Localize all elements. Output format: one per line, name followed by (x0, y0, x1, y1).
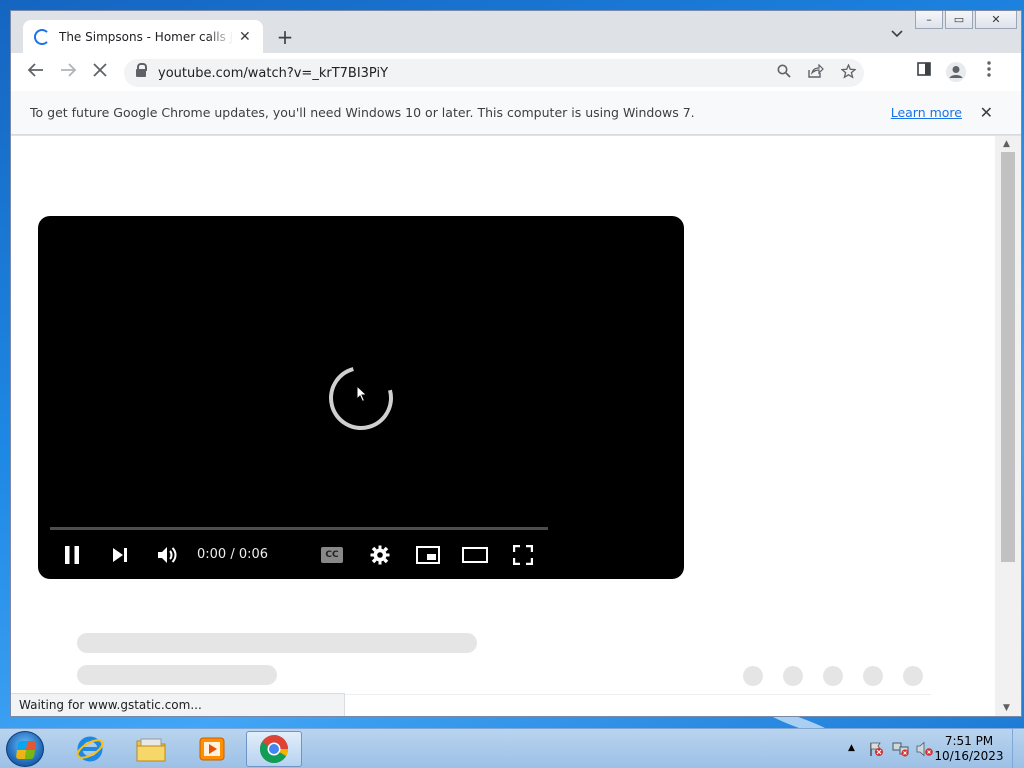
chrome-icon (260, 735, 288, 763)
bookmark-star-icon[interactable] (832, 62, 864, 83)
side-panel-icon[interactable] (912, 61, 936, 83)
action-placeholder (863, 666, 883, 686)
url-text[interactable]: youtube.com/watch?v=_krT7BI3PiY (158, 66, 768, 81)
browser-toolbar: youtube.com/watch?v=_krT7BI3PiY (11, 53, 1021, 91)
tab-simpsons[interactable]: The Simpsons - Homer calls Japan ✕ (23, 20, 263, 53)
minimize-button[interactable]: – (915, 11, 943, 29)
taskbar-chrome[interactable] (246, 731, 302, 767)
maximize-button[interactable]: ▭ (945, 11, 973, 29)
clock-time: 7:51 PM (944, 734, 994, 748)
infobar-message: To get future Google Chrome updates, you… (30, 105, 695, 120)
stop-loading-button[interactable] (88, 61, 112, 83)
window-controls: – ▭ ✕ (915, 11, 1017, 29)
video-time-display: 0:00 / 0:06 (197, 547, 269, 562)
tab-strip: The Simpsons - Homer calls Japan ✕ + – ▭… (11, 11, 1021, 53)
settings-gear-button[interactable] (367, 539, 393, 571)
lock-icon[interactable] (136, 63, 147, 78)
action-placeholder (903, 666, 923, 686)
channel-placeholder (77, 665, 277, 685)
taskbar-file-explorer[interactable] (123, 731, 179, 767)
windows-taskbar: ▲ 7:51 PM 10/16/2023 (0, 728, 1024, 768)
folder-icon (136, 738, 166, 762)
miniplayer-button[interactable] (414, 539, 442, 571)
infobar-close-icon[interactable]: ✕ (980, 103, 993, 122)
media-player-icon (199, 737, 225, 761)
search-icon[interactable] (768, 64, 800, 82)
new-tab-button[interactable]: + (273, 25, 297, 49)
menu-kebab-icon[interactable] (977, 61, 1001, 83)
clock-date: 10/16/2023 (934, 749, 1004, 763)
address-bar[interactable]: youtube.com/watch?v=_krT7BI3PiY (124, 59, 864, 87)
volume-muted-icon[interactable] (916, 741, 934, 760)
page-scrollbar[interactable]: ▲ ▼ (995, 136, 1021, 716)
action-center-flag-icon[interactable] (868, 741, 884, 760)
action-placeholder (783, 666, 803, 686)
tab-close-icon[interactable]: ✕ (239, 29, 251, 45)
learn-more-link[interactable]: Learn more (891, 105, 962, 120)
scroll-thumb[interactable] (1001, 152, 1015, 562)
tab-search-icon[interactable] (891, 27, 903, 41)
network-icon[interactable] (892, 741, 910, 760)
loading-spinner-icon (34, 28, 50, 45)
action-placeholder (823, 666, 843, 686)
player-controls: 0:00 / 0:06 CC (38, 539, 684, 571)
pause-button[interactable] (60, 539, 84, 571)
show-hidden-icons-arrow-icon[interactable]: ▲ (848, 743, 855, 753)
share-icon[interactable] (800, 63, 832, 82)
volume-button[interactable] (155, 539, 179, 571)
close-window-button[interactable]: ✕ (975, 11, 1017, 29)
next-video-button[interactable] (108, 539, 132, 571)
scroll-down-arrow-icon[interactable]: ▼ (1003, 703, 1010, 713)
captions-icon: CC (321, 547, 343, 563)
fullscreen-button[interactable] (510, 539, 536, 571)
mouse-cursor-icon (356, 385, 368, 403)
forward-button[interactable] (56, 61, 80, 83)
taskbar-internet-explorer[interactable] (62, 731, 118, 767)
video-progress-bar[interactable] (50, 527, 548, 530)
captions-button[interactable]: CC (319, 539, 345, 571)
taskbar-media-player[interactable] (184, 731, 240, 767)
profile-avatar[interactable] (944, 61, 968, 83)
video-player[interactable]: 0:00 / 0:06 CC (38, 216, 684, 579)
status-bubble: Waiting for www.gstatic.com... (11, 693, 345, 716)
clock[interactable]: 7:51 PM 10/16/2023 (934, 734, 1004, 764)
page-content: 0:00 / 0:06 CC (11, 136, 995, 716)
show-desktop-button[interactable] (1012, 729, 1024, 768)
title-placeholder (77, 633, 477, 653)
chrome-window: The Simpsons - Homer calls Japan ✕ + – ▭… (10, 10, 1022, 717)
update-infobar: To get future Google Chrome updates, you… (11, 91, 1021, 135)
windows-logo-icon (15, 741, 37, 759)
back-button[interactable] (24, 61, 48, 83)
scroll-up-arrow-icon[interactable]: ▲ (1003, 139, 1010, 149)
tab-title: The Simpsons - Homer calls Japan (59, 29, 233, 44)
start-button[interactable] (6, 731, 44, 767)
action-placeholder (743, 666, 763, 686)
system-tray: ▲ 7:51 PM 10/16/2023 (824, 729, 1024, 768)
internet-explorer-icon (76, 736, 104, 762)
theater-mode-button[interactable] (461, 539, 489, 571)
